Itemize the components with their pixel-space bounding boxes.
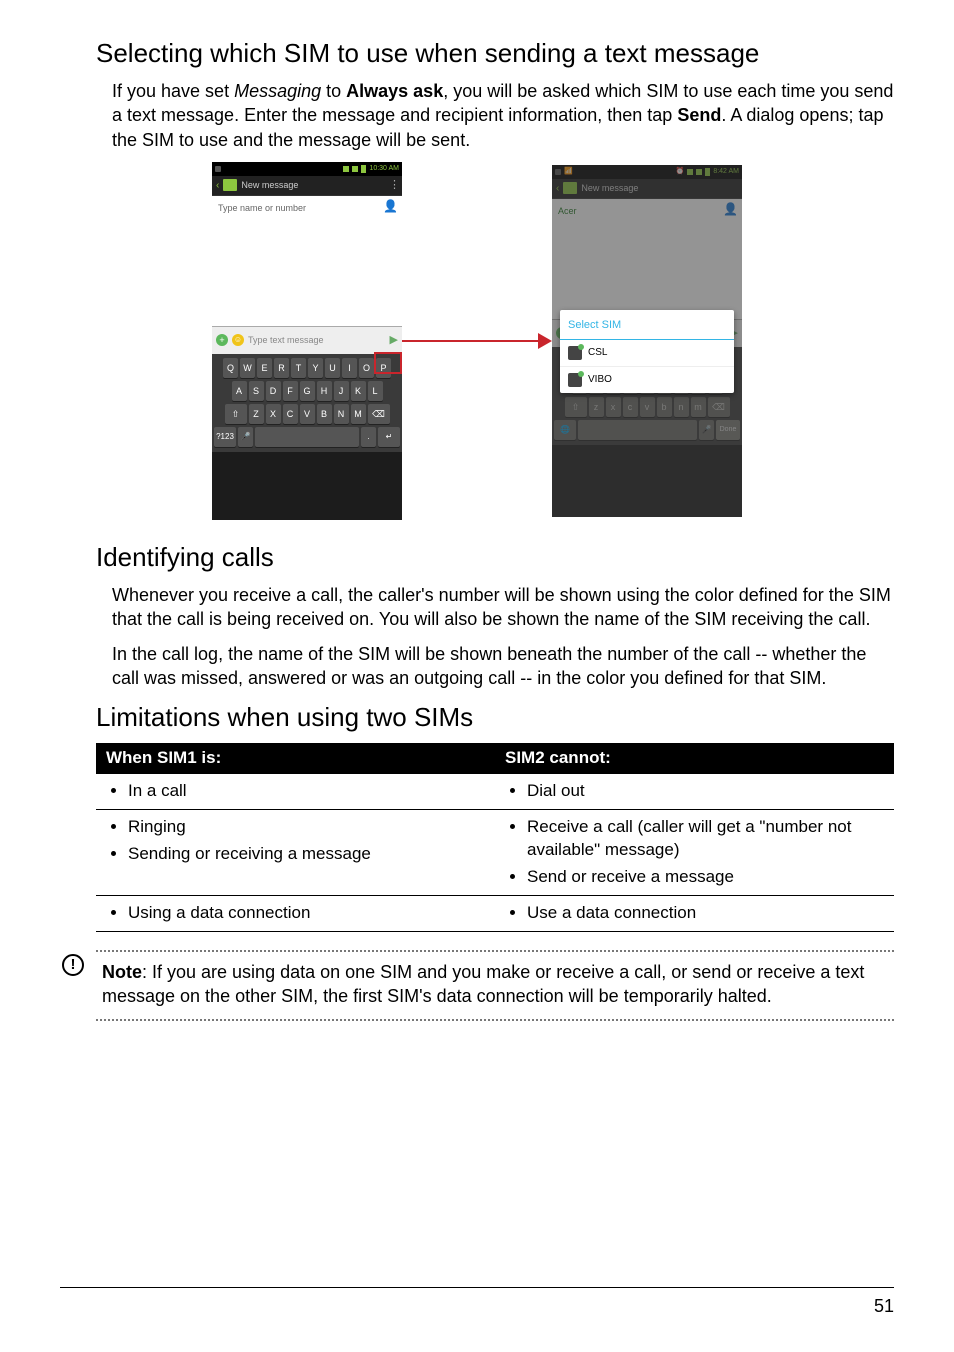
add-contact-icon[interactable]: 👤: [383, 198, 398, 214]
space-key[interactable]: [255, 427, 359, 447]
placeholder: Type name or number: [218, 203, 306, 213]
title-bar: ‹ New message ⋮: [212, 176, 402, 196]
text-italic: Messaging: [234, 81, 321, 101]
key[interactable]: U: [325, 358, 340, 378]
sim-option-csl[interactable]: CSL: [560, 340, 734, 367]
table-cell: Using a data connection: [128, 900, 489, 927]
message-body-area: [212, 216, 402, 326]
symbols-key[interactable]: ?123: [214, 427, 236, 447]
heading-select-sim: Selecting which SIM to use when sending …: [96, 36, 894, 71]
sim-label: CSL: [588, 346, 607, 360]
key[interactable]: N: [334, 404, 349, 424]
back-icon[interactable]: ‹: [216, 179, 219, 193]
signal-icon: [343, 166, 349, 172]
text-bold: Always ask: [346, 81, 443, 101]
screenshot-row: 10:30 AM ‹ New message ⋮ Type name or nu…: [60, 162, 894, 520]
backspace-key[interactable]: ⌫: [368, 404, 390, 424]
key[interactable]: K: [351, 381, 366, 401]
key[interactable]: Q: [223, 358, 238, 378]
attach-icon[interactable]: +: [216, 334, 228, 346]
screen-title: New message: [241, 179, 385, 191]
signal-icon: [352, 166, 358, 172]
page-footer: 51: [60, 1287, 894, 1318]
key[interactable]: G: [300, 381, 315, 401]
arrow-indicator: [402, 311, 552, 371]
sim-option-vibo[interactable]: VIBO: [560, 367, 734, 393]
screenshot-select-sim-dialog: 📶 ⏰ 8:42 AM ‹ New message Acer 👤 + ▶: [552, 165, 742, 517]
table-header-sim2: SIM2 cannot:: [495, 743, 894, 774]
usb-icon: [215, 166, 221, 172]
highlight-box: [374, 352, 402, 374]
key[interactable]: B: [317, 404, 332, 424]
note-text: : If you are using data on one SIM and y…: [102, 962, 864, 1006]
sim-label: VIBO: [588, 373, 612, 387]
text: If you have set: [112, 81, 234, 101]
para-select-sim: If you have set Messaging to Always ask,…: [112, 79, 894, 152]
sim-icon: [568, 373, 582, 387]
message-icon: [223, 179, 237, 191]
dialog-title: Select SIM: [560, 310, 734, 340]
battery-icon: [361, 165, 366, 173]
send-button[interactable]: ▶: [390, 333, 398, 348]
table-cell: Use a data connection: [527, 900, 888, 927]
table-cell: Ringing: [128, 814, 489, 841]
key[interactable]: J: [334, 381, 349, 401]
table-cell: Dial out: [527, 778, 888, 805]
table-row: Using a data connection Use a data conne…: [96, 896, 894, 932]
emoji-icon[interactable]: ☺: [232, 334, 244, 346]
status-bar: 10:30 AM: [212, 162, 402, 176]
para-calls-2: In the call log, the name of the SIM wil…: [112, 642, 894, 691]
sim-icon: [568, 346, 582, 360]
key[interactable]: H: [317, 381, 332, 401]
heading-identifying-calls: Identifying calls: [96, 540, 894, 575]
table-row: In a call Dial out: [96, 774, 894, 809]
compose-bar: + ☺ Type text message ▶: [212, 326, 402, 354]
key[interactable]: O: [359, 358, 374, 378]
key[interactable]: Z: [249, 404, 264, 424]
key[interactable]: V: [300, 404, 315, 424]
table-header-sim1: When SIM1 is:: [96, 743, 495, 774]
status-time: 10:30 AM: [369, 164, 399, 173]
period-key[interactable]: .: [361, 427, 376, 447]
table-cell: In a call: [128, 778, 489, 805]
arrow-head-icon: [538, 333, 552, 349]
overflow-icon[interactable]: ⋮: [389, 178, 398, 193]
page-number: 51: [874, 1296, 894, 1316]
info-icon: !: [62, 954, 84, 976]
table-row: Ringing Sending or receiving a message R…: [96, 810, 894, 896]
enter-key[interactable]: ↵: [378, 427, 400, 447]
limitations-table: When SIM1 is: SIM2 cannot: In a call Dia…: [96, 743, 894, 932]
arrow-line: [402, 340, 540, 342]
key[interactable]: X: [266, 404, 281, 424]
key[interactable]: F: [283, 381, 298, 401]
mic-key[interactable]: 🎤: [238, 427, 253, 447]
key[interactable]: E: [257, 358, 272, 378]
note-box: ! Note: If you are using data on one SIM…: [96, 950, 894, 1021]
key[interactable]: D: [266, 381, 281, 401]
screenshot-new-message: 10:30 AM ‹ New message ⋮ Type name or nu…: [212, 162, 402, 520]
table-cell: Send or receive a message: [527, 864, 888, 891]
key[interactable]: T: [291, 358, 306, 378]
note-label: Note: [102, 962, 142, 982]
para-calls-1: Whenever you receive a call, the caller'…: [112, 583, 894, 632]
compose-input[interactable]: Type text message: [248, 334, 386, 346]
key[interactable]: M: [351, 404, 366, 424]
text: to: [321, 81, 346, 101]
select-sim-dialog: Select SIM CSL VIBO: [560, 310, 734, 393]
recipient-input[interactable]: Type name or number 👤: [212, 196, 402, 216]
shift-key[interactable]: ⇧: [225, 404, 247, 424]
text-bold: Send: [677, 105, 721, 125]
key[interactable]: I: [342, 358, 357, 378]
key[interactable]: A: [232, 381, 247, 401]
key[interactable]: R: [274, 358, 289, 378]
key[interactable]: S: [249, 381, 264, 401]
key[interactable]: L: [368, 381, 383, 401]
key[interactable]: Y: [308, 358, 323, 378]
key[interactable]: C: [283, 404, 298, 424]
table-cell: Receive a call (caller will get a "numbe…: [527, 814, 888, 864]
key[interactable]: W: [240, 358, 255, 378]
table-cell: Sending or receiving a message: [128, 841, 489, 868]
heading-limitations: Limitations when using two SIMs: [96, 700, 894, 735]
